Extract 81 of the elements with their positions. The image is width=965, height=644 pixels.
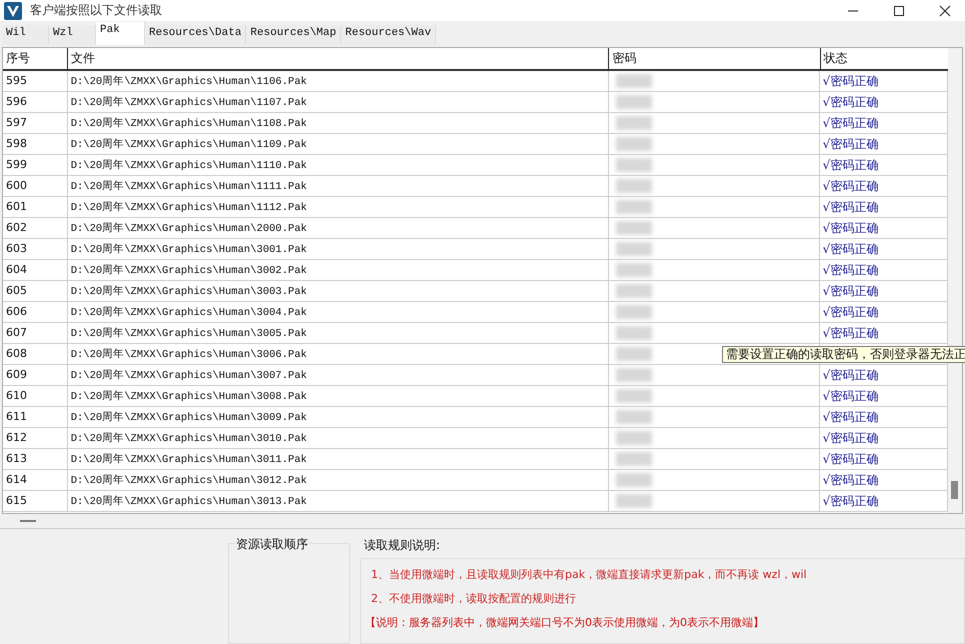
window-title: 客户端按照以下文件读取 <box>30 2 162 20</box>
tab[interactable]: Wil <box>2 25 49 46</box>
table-cell: 602 <box>3 218 68 238</box>
table-cell: D:\20周年\ZMXX\Graphics\Human\3011.Pak <box>68 449 609 470</box>
table-cell: 599 <box>3 155 68 176</box>
table-cell: D:\20周年\ZMXX\Graphics\Human\1107.Pak <box>68 92 609 112</box>
table-cell: 598 <box>3 134 68 154</box>
blurred-password <box>616 137 652 152</box>
blurred-password <box>616 263 652 278</box>
blurred-password <box>616 326 652 340</box>
table-cell: D:\20周年\ZMXX\Graphics\Human\3001.Pak <box>68 239 609 260</box>
panel-title: 读取规则说明: <box>364 536 442 554</box>
table-cell: 597 <box>3 113 68 134</box>
blurred-password <box>616 95 652 110</box>
blurred-password <box>616 179 652 194</box>
table-cell: D:\20周年\ZMXX\Graphics\Human\3012.Pak <box>68 470 609 490</box>
table-cell: 607 <box>3 323 68 344</box>
table-cell: D:\20周年\ZMXX\Graphics\Human\3013.Pak <box>68 491 609 512</box>
table-cell: 606 <box>3 302 68 322</box>
table-cell: 595 <box>3 71 68 92</box>
tab[interactable]: Resources\Wav <box>341 25 436 46</box>
table-cell: 615 <box>3 491 68 512</box>
table-cell: D:\20周年\ZMXX\Graphics\Human\3009.Pak <box>68 407 609 428</box>
table-cell: D:\20周年\ZMXX\Graphics\Human\3007.Pak <box>68 365 609 386</box>
table-cell: 611 <box>3 407 68 428</box>
column-header[interactable]: 序号 <box>3 48 67 70</box>
table-cell: D:\20周年\ZMXX\Graphics\Human\3005.Pak <box>68 323 609 344</box>
rule-text: 2、不使用微端时，读取按配置的规则进行 <box>371 590 577 606</box>
rule-text: 1、当使用微端时，且读取规则列表中有pak，微端直接请求更新pak，而不再读 wzl，wil <box>371 566 808 582</box>
blurred-password <box>616 368 652 382</box>
blurred-password <box>616 242 652 256</box>
blurred-password <box>616 389 652 404</box>
blurred-password <box>616 431 652 446</box>
table-cell: 608 <box>3 344 68 364</box>
tab[interactable]: Pak <box>96 22 145 46</box>
table-cell: D:\20周年\ZMXX\Graphics\Human\1111.Pak <box>68 176 609 196</box>
column-header[interactable]: 密码 <box>608 48 820 70</box>
rule-text: 【说明：服务器列表中，微端网关端口号不为0表示使用微端，为0表示不用微端】 <box>365 614 765 630</box>
tab[interactable]: Resources\Data <box>145 25 246 46</box>
tab[interactable]: Wzl <box>49 25 96 46</box>
table-cell: 601 <box>3 197 68 218</box>
table-cell: D:\20周年\ZMXX\Graphics\Human\2000.Pak <box>68 218 609 238</box>
table-cell: D:\20周年\ZMXX\Graphics\Human\1110.Pak <box>68 155 609 176</box>
close-icon[interactable] <box>939 4 951 17</box>
table-cell: D:\20周年\ZMXX\Graphics\Human\1112.Pak <box>68 197 609 218</box>
table-cell: 609 <box>3 365 68 386</box>
panel-title: 资源读取顺序 <box>235 536 309 553</box>
table-cell: 605 <box>3 281 68 302</box>
blurred-password <box>616 221 652 236</box>
tab[interactable]: Resources\Map <box>246 25 342 46</box>
table-cell: D:\20周年\ZMXX\Graphics\Human\1109.Pak <box>68 134 609 154</box>
blurred-password <box>616 158 652 172</box>
table-cell: D:\20周年\ZMXX\Graphics\Human\3004.Pak <box>68 302 609 322</box>
table-cell: 614 <box>3 470 68 490</box>
table-cell: 612 <box>3 428 68 448</box>
table-cell: D:\20周年\ZMXX\Graphics\Human\3002.Pak <box>68 260 609 280</box>
table-cell: 613 <box>3 449 68 470</box>
table-cell: 596 <box>3 92 68 112</box>
blurred-password <box>616 494 652 508</box>
table-cell: D:\20周年\ZMXX\Graphics\Human\3010.Pak <box>68 428 609 448</box>
blurred-password <box>616 284 652 298</box>
table-cell: D:\20周年\ZMXX\Graphics\Human\3006.Pak <box>68 344 609 364</box>
blurred-password <box>616 410 652 424</box>
maximize-icon[interactable] <box>893 4 905 17</box>
table-cell: D:\20周年\ZMXX\Graphics\Human\1108.Pak <box>68 113 609 134</box>
table-cell: D:\20周年\ZMXX\Graphics\Human\3003.Pak <box>68 281 609 302</box>
column-header[interactable]: 文件 <box>66 48 608 70</box>
table-cell: D:\20周年\ZMXX\Graphics\Human\3008.Pak <box>68 386 609 406</box>
table-cell: D:\20周年\ZMXX\Graphics\Human\1106.Pak <box>68 71 609 92</box>
blurred-password <box>616 116 652 130</box>
blurred-password <box>616 473 652 488</box>
blurred-password <box>616 347 652 362</box>
blurred-password <box>616 305 652 320</box>
blurred-password <box>616 452 652 466</box>
splitter-handle[interactable] <box>20 520 36 522</box>
blurred-password <box>616 74 652 88</box>
table-cell: 604 <box>3 260 68 280</box>
table-cell: 610 <box>3 386 68 406</box>
table-cell: 600 <box>3 176 68 196</box>
blurred-password <box>616 200 652 214</box>
table-cell: 603 <box>3 239 68 260</box>
